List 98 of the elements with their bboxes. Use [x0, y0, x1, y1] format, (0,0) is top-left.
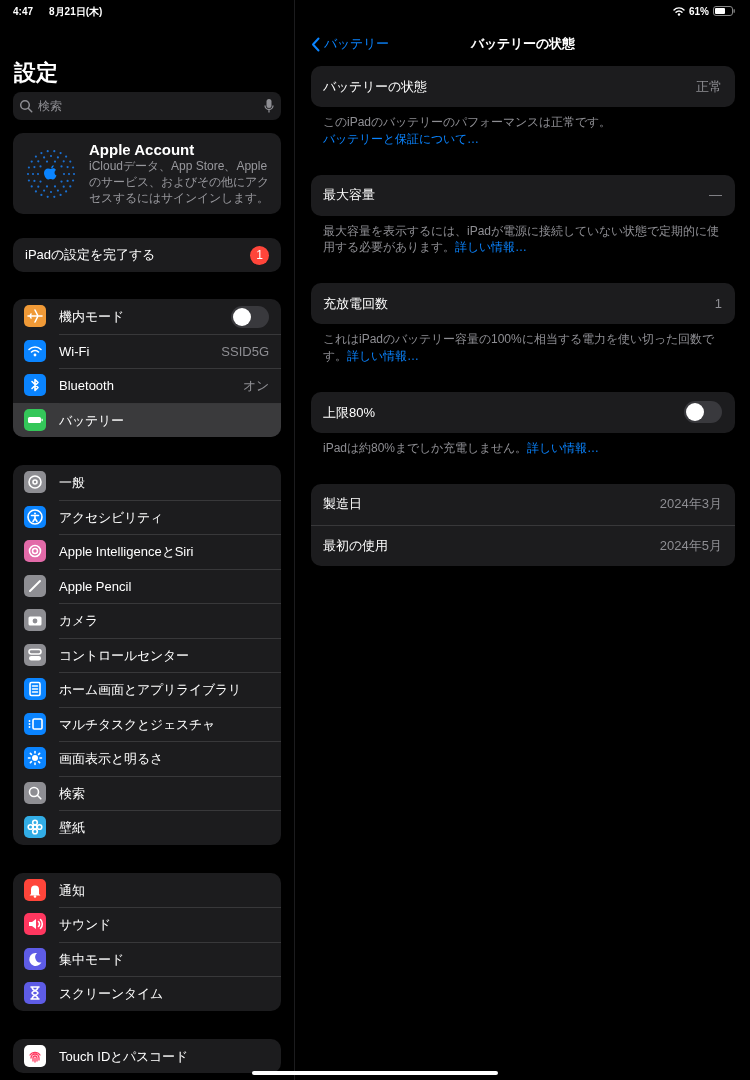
item-label: Apple IntelligenceとSiri [59, 543, 194, 562]
item-label: 画面表示と明るさ [59, 750, 163, 769]
account-card[interactable]: Apple Account iCloudデータ、App Store、Appleのサービス、およびその他にアクセスするにはサインインします。 [13, 133, 281, 215]
sidebar-item[interactable]: 通知 [13, 872, 281, 908]
item-label: スクリーンタイム [59, 985, 163, 1004]
account-title: Apple Account [89, 141, 196, 160]
flower-icon [24, 816, 46, 839]
setup-label: iPadの設定を完了する [25, 246, 156, 265]
row-label: 最大容量 [323, 186, 375, 205]
learn-more-link[interactable]: 詳しい情報… [455, 240, 527, 255]
accessibility-icon [24, 505, 46, 528]
search-icon [19, 99, 33, 114]
toggle-switch[interactable] [684, 401, 722, 424]
pencil-icon [24, 574, 46, 597]
sidebar-item[interactable]: 機内モード [13, 299, 281, 334]
sidebar-item[interactable]: Apple IntelligenceとSiri [13, 534, 281, 569]
learn-more-link[interactable]: 詳しい情報… [527, 440, 600, 455]
item-label: 壁紙 [59, 819, 85, 838]
row-label: 充放電回数 [323, 294, 388, 313]
moon-icon [24, 947, 46, 970]
sidebar-item[interactable]: 集中モード [13, 941, 281, 977]
row-label: バッテリーの状態 [323, 77, 427, 96]
notification-badge: 1 [250, 245, 269, 265]
row-label: 製造日 [323, 495, 362, 514]
status-time: 4:47 [13, 4, 33, 19]
speaker-icon [24, 913, 46, 936]
bluetooth-icon [24, 374, 46, 397]
multitask-icon [24, 712, 46, 735]
account-description: iCloudデータ、App Store、Appleのサービス、およびその他にアクセスするにはサインインします。 [89, 159, 270, 207]
sidebar-item[interactable]: 一般 [13, 465, 281, 500]
learn-more-link[interactable]: バッテリーと保証について… [323, 131, 479, 146]
page-title: バッテリーの状態 [471, 35, 575, 54]
camera-icon [24, 609, 46, 632]
item-label: バッテリー [59, 411, 124, 430]
sidebar-item[interactable]: Bluetooth オン [13, 368, 281, 403]
sidebar-item[interactable]: コントロールセンター [13, 637, 281, 673]
item-label: ホーム画面とアプリライブラリ [59, 681, 241, 700]
chevron-left-icon [311, 36, 320, 52]
wifi-icon [24, 339, 46, 362]
item-value: オン [243, 377, 269, 396]
row-value: 1 [714, 294, 722, 313]
battery-percent: 61% [689, 4, 709, 19]
battery-icon [24, 408, 46, 431]
sidebar-item[interactable]: Wi-Fi SSID5G [13, 333, 281, 369]
sidebar-item[interactable]: Apple Pencil [13, 568, 281, 604]
back-link[interactable]: バッテリー [311, 34, 389, 54]
row-label: 上限80% [323, 403, 376, 422]
sidebar-item[interactable]: スクリーンタイム [13, 976, 281, 1011]
bell-icon [24, 878, 46, 901]
row-value: — [709, 186, 722, 205]
item-label: コントロールセンター [59, 646, 189, 665]
switches-icon [24, 643, 46, 666]
item-label: Wi-Fi [59, 342, 90, 361]
microphone-icon [264, 98, 274, 115]
sidebar-item[interactable]: サウンド [13, 907, 281, 942]
row-value: 2024年5月 [659, 536, 722, 555]
status-date: 8月21日(木) [49, 4, 103, 19]
row-value: 正常 [696, 77, 722, 96]
footnote-text: このiPadのバッテリーのパフォーマンスは正常です。 バッテリーと保証について… [322, 114, 613, 148]
page-title: 設定 [14, 60, 59, 87]
item-label: マルチタスクとジェスチャ [59, 715, 215, 734]
setup-row[interactable]: iPadの設定を完了する 1 [13, 238, 281, 273]
row-value: 2024年3月 [659, 495, 722, 514]
search-field[interactable]: 検索 [13, 92, 281, 121]
sidebar-item[interactable]: 壁紙 [13, 810, 281, 845]
item-label: 集中モード [59, 950, 124, 969]
sidebar-item[interactable]: マルチタスクとジェスチャ [13, 706, 281, 742]
row-label: 最初の使用 [323, 536, 388, 555]
footnote-text: 最大容量を表示するには、iPadが電源に接続していない状態で定期的に使用する必要があります。詳しい情報… [322, 222, 721, 257]
airplane-icon [24, 305, 46, 328]
item-label: 機内モード [59, 308, 124, 327]
sidebar-item[interactable]: Touch IDとパスコード [13, 1038, 281, 1074]
sidebar-item[interactable]: カメラ [13, 603, 281, 638]
item-label: アクセシビリティ [59, 508, 163, 527]
item-label: 一般 [59, 474, 85, 493]
item-label: Touch IDとパスコード [59, 1047, 189, 1066]
sidebar-item[interactable]: バッテリー [13, 402, 281, 438]
item-label: Apple Pencil [59, 577, 132, 596]
wifi-icon [673, 6, 685, 16]
toggle-switch[interactable] [231, 305, 269, 328]
footnote-text: これはiPadのバッテリー容量の100%に相当する電力を使い切った回数です。詳しい情報… [322, 331, 715, 365]
search-icon [24, 781, 46, 804]
sidebar-item[interactable]: 検索 [13, 775, 281, 811]
hourglass-icon [24, 982, 46, 1005]
item-label: サウンド [59, 916, 111, 935]
item-label: カメラ [59, 612, 98, 631]
sun-icon [24, 747, 46, 770]
sidebar-item[interactable]: アクセシビリティ [13, 499, 281, 535]
learn-more-link[interactable]: 詳しい情報… [347, 349, 419, 363]
fingerprint-icon [24, 1044, 46, 1067]
sidebar-item[interactable]: 画面表示と明るさ [13, 741, 281, 776]
item-label: 通知 [59, 881, 85, 900]
item-value: SSID5G [221, 342, 269, 361]
sidebar-item[interactable]: ホーム画面とアプリライブラリ [13, 672, 281, 707]
item-label: Bluetooth [59, 377, 114, 396]
battery-level-icon [713, 6, 735, 16]
item-label: 検索 [59, 784, 85, 803]
footnote-text: iPadは約80%までしか充電しません。詳しい情報… [322, 439, 601, 457]
